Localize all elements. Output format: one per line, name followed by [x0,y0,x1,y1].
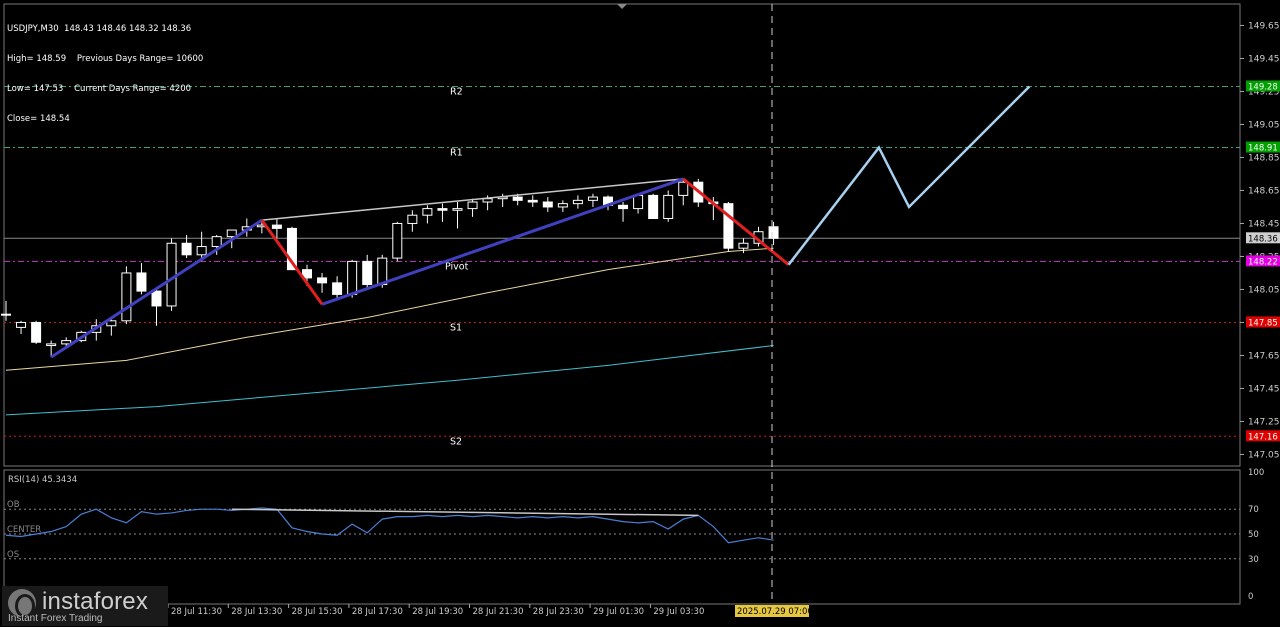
price-tick-label: 148.05 [1248,285,1280,295]
price-tick-label: 148.65 [1248,186,1280,196]
candle [271,224,282,229]
candle [16,321,27,328]
price-tick-label: 148.45 [1248,219,1280,229]
candle [437,208,448,211]
level-price-label: 147.85 [1248,318,1278,328]
candle [512,196,523,201]
rsi-line [5,507,774,544]
candle [738,242,749,249]
candle [467,201,478,210]
rsi-tick-label: 0 [1248,592,1253,602]
rsi-level-label: OS [7,550,19,560]
price-tick-label: 149.65 [1248,21,1280,31]
candle [663,194,674,219]
time-tick-label: 28 Jul 17:30 [352,607,403,617]
candle [46,343,57,347]
rsi-tick-label: 50 [1248,530,1259,540]
time-tick-label: 28 Jul 15:30 [292,607,343,617]
rsi-tick-label: 30 [1248,555,1259,565]
candle [151,290,162,307]
rsi-label: RSI(14) 45.3434 [8,475,77,485]
candle [452,208,463,211]
level-price-label: 147.16 [1248,432,1278,442]
level-price-label: 148.91 [1248,144,1278,154]
price-tick-label: 147.65 [1248,351,1280,361]
candle [422,208,433,216]
cursor-time-label: 2025.07.29 07:00 [737,607,813,617]
candle [542,201,553,208]
downtrend-line [682,177,790,266]
candle [572,199,583,205]
candle [226,229,237,238]
candle [678,181,689,196]
time-tick-label: 28 Jul 11:30 [171,607,222,617]
brand-name: instaforex [42,588,149,615]
candle [527,199,538,203]
fast-moving-average [5,247,774,371]
chart-info: USDJPY,M30 148.43 148.46 148.32 148.36 H… [7,4,203,134]
instaforex-logo: instaforex Instant Forex Trading [2,586,168,626]
candle [31,321,42,343]
candle [362,260,373,285]
price-tick-label: 148.85 [1248,153,1280,163]
candle [377,257,388,286]
level-label-pivot: Pivot [445,261,469,272]
rsi-tick-label: 100 [1248,468,1264,478]
candle [618,204,629,210]
candle [633,194,644,210]
time-tick-label: 29 Jul 03:30 [653,607,704,617]
candle [557,203,568,208]
time-tick-label: 28 Jul 13:30 [231,607,282,617]
low-and-curr-range: Low= 147.53 Current Days Range= 4200 [7,84,192,94]
candle [332,282,343,295]
symbol-ohlc: USDJPY,M30 148.43 148.46 148.32 148.36 [7,24,192,34]
candle [121,272,132,322]
candle [317,277,328,284]
candle [196,246,207,256]
candle [61,340,72,345]
candle [768,226,779,239]
price-tick-label: 147.45 [1248,384,1280,394]
brand-tagline: Instant Forex Trading [8,613,103,624]
candle [136,272,147,292]
high-and-prev-range: High= 148.59 Previous Days Range= 10600 [7,54,204,64]
level-label-r2: R2 [450,87,463,98]
level-price-label: 148.22 [1248,257,1278,267]
time-tick-label: 28 Jul 19:30 [412,607,463,617]
time-tick-label: 28 Jul 21:30 [473,607,524,617]
time-tick-label: 28 Jul 23:30 [533,607,584,617]
price-tick-label: 147.05 [1248,450,1280,460]
candle [482,198,493,203]
price-tick-label: 147.25 [1248,417,1280,427]
rsi-tick-label: 70 [1248,505,1259,515]
candle [392,222,403,259]
candle [1,313,11,316]
rsi-divergence-line [231,508,699,517]
level-label-s1: S1 [450,322,462,333]
uptrend-line [50,218,263,359]
candle [181,242,192,256]
slow-moving-average [5,345,774,416]
rsi-level-label: OB [7,500,20,510]
price-tick-label: 149.45 [1248,54,1280,64]
candle [587,196,598,201]
candle [211,236,222,248]
time-tick-label: 29 Jul 01:30 [593,607,644,617]
candle [347,260,358,295]
scroll-marker-icon [617,4,627,9]
candle [407,214,418,224]
level-label-r1: R1 [450,148,463,159]
close-value: Close= 148.54 [7,114,70,124]
level-label-s2: S2 [450,436,462,447]
rsi-panel-frame [3,469,1241,605]
candle [648,194,659,219]
candle [723,203,734,249]
candle [166,242,177,307]
current-price-label: 148.36 [1248,234,1278,244]
price-tick-label: 149.05 [1248,120,1280,130]
level-price-label: 149.28 [1248,83,1278,93]
